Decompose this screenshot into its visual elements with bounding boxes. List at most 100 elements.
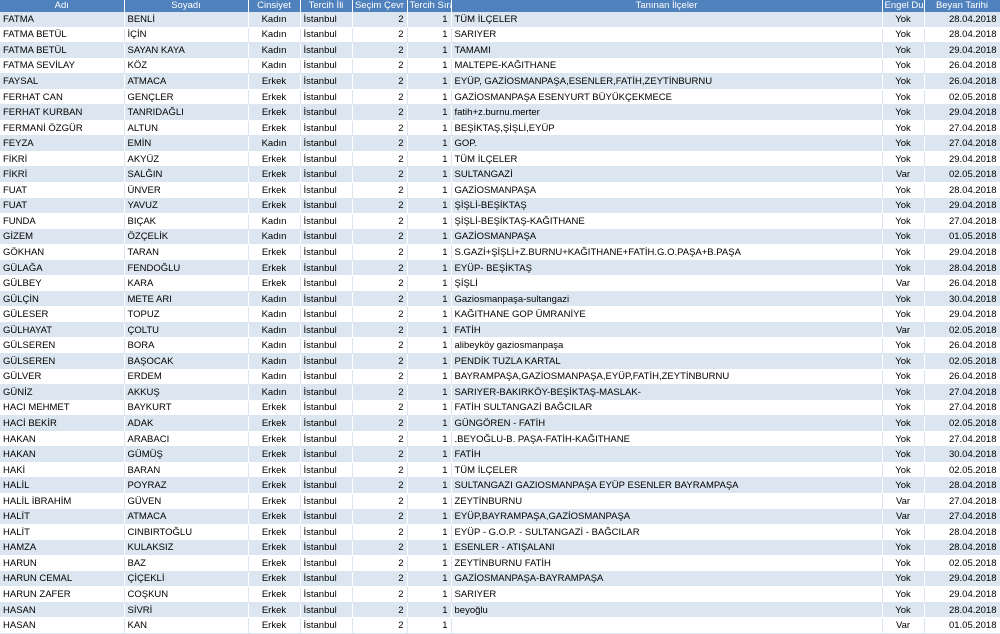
cell-adi[interactable]: FUAT [0, 182, 125, 199]
cell-secim-cevresi[interactable]: 2 [352, 415, 408, 432]
cell-cinsiyet[interactable]: Erkek [248, 493, 301, 510]
cell-tercih-sira[interactable]: 1 [407, 337, 452, 355]
cell-tercih-ili[interactable]: İstanbul [300, 12, 353, 28]
cell-cinsiyet[interactable]: Kadın [248, 135, 301, 152]
cell-adi[interactable]: GİZEM [0, 229, 125, 246]
cell-taninan-ilceler[interactable]: TÜM İLÇELER [451, 462, 883, 479]
cell-soyadi[interactable]: CINBIRTOĞLU [124, 524, 249, 541]
header-taninan-ilceler[interactable]: Tanınan İlçeler [451, 0, 883, 12]
cell-soyadi[interactable]: ÇOLTU [124, 322, 249, 339]
cell-soyadi[interactable]: BAYKURT [124, 400, 249, 417]
cell-engel-durumu[interactable]: Var [882, 322, 925, 339]
cell-cinsiyet[interactable]: Erkek [248, 400, 301, 417]
cell-taninan-ilceler[interactable]: ZEYTİNBURNU FATİH [451, 555, 883, 572]
cell-adi[interactable]: FATMA [0, 12, 125, 28]
cell-soyadi[interactable]: KARA [124, 275, 249, 292]
cell-adi[interactable]: HARUN CEMAL [0, 571, 125, 588]
cell-tercih-sira[interactable]: 1 [407, 27, 452, 44]
cell-tercih-sira[interactable]: 1 [407, 275, 452, 292]
cell-cinsiyet[interactable]: Erkek [248, 586, 301, 603]
cell-soyadi[interactable]: KULAKSIZ [124, 540, 249, 557]
cell-engel-durumu[interactable]: Var [882, 617, 925, 634]
cell-tercih-ili[interactable]: İstanbul [300, 42, 353, 59]
cell-soyadi[interactable]: TANRIDAĞLI [124, 104, 249, 121]
cell-secim-cevresi[interactable]: 2 [352, 446, 408, 463]
cell-engel-durumu[interactable]: Yok [882, 182, 925, 199]
cell-soyadi[interactable]: İÇİN [124, 27, 249, 44]
cell-secim-cevresi[interactable]: 2 [352, 384, 408, 401]
cell-tercih-ili[interactable]: İstanbul [300, 182, 353, 199]
cell-adi[interactable]: FUAT [0, 198, 125, 215]
cell-taninan-ilceler[interactable]: .BEYOĞLU-B. PAŞA-FATİH-KAĞITHANE [451, 431, 883, 448]
cell-secim-cevresi[interactable]: 2 [352, 213, 408, 230]
cell-secim-cevresi[interactable]: 2 [352, 89, 408, 106]
cell-tercih-sira[interactable]: 1 [407, 73, 452, 90]
cell-taninan-ilceler[interactable]: SULTANGAZI GAZIOSMANPAŞA EYÜP ESENLER BA… [451, 477, 883, 494]
cell-adi[interactable]: HAKAN [0, 446, 125, 463]
cell-engel-durumu[interactable]: Yok [882, 477, 925, 494]
cell-taninan-ilceler[interactable]: ŞİŞLİ-BEŞİKTAŞ-KAĞITHANE [451, 213, 883, 230]
cell-beyan-tarihi[interactable]: 29.04.2018 [924, 571, 1000, 588]
cell-engel-durumu[interactable]: Yok [882, 151, 925, 168]
cell-taninan-ilceler[interactable]: fatih+z.burnu.merter [451, 104, 883, 121]
cell-cinsiyet[interactable]: Kadın [248, 322, 301, 339]
cell-secim-cevresi[interactable]: 2 [352, 431, 408, 448]
cell-engel-durumu[interactable]: Yok [882, 213, 925, 230]
cell-tercih-sira[interactable]: 1 [407, 229, 452, 246]
cell-tercih-ili[interactable]: İstanbul [300, 89, 353, 106]
cell-tercih-sira[interactable]: 1 [407, 462, 452, 479]
cell-engel-durumu[interactable]: Yok [882, 400, 925, 417]
cell-tercih-sira[interactable]: 1 [407, 446, 452, 463]
cell-taninan-ilceler[interactable]: GAZİOSMANPAŞA ESENYURT BÜYÜKÇEKMECE [451, 89, 883, 106]
cell-taninan-ilceler[interactable]: S.GAZİ+ŞİŞLİ+Z.BURNU+KAĞITHANE+FATİH.G.O… [451, 244, 883, 261]
cell-taninan-ilceler[interactable]: beyoğlu [451, 602, 883, 619]
cell-tercih-sira[interactable]: 1 [407, 353, 452, 370]
cell-secim-cevresi[interactable]: 2 [352, 229, 408, 246]
cell-beyan-tarihi[interactable]: 28.04.2018 [924, 12, 1000, 28]
cell-beyan-tarihi[interactable]: 29.04.2018 [924, 586, 1000, 603]
cell-tercih-sira[interactable]: 1 [407, 306, 452, 323]
cell-tercih-sira[interactable]: 1 [407, 260, 452, 277]
cell-tercih-sira[interactable]: 1 [407, 104, 452, 121]
cell-engel-durumu[interactable]: Yok [882, 73, 925, 90]
cell-engel-durumu[interactable]: Yok [882, 369, 925, 386]
header-adi[interactable]: Adı [0, 0, 125, 12]
cell-taninan-ilceler[interactable]: BEŞİKTAŞ,ŞİŞLİ,EYÜP [451, 120, 883, 137]
cell-cinsiyet[interactable]: Erkek [248, 602, 301, 619]
cell-taninan-ilceler[interactable]: GAZİOSMANPAŞA-BAYRAMPAŞA [451, 571, 883, 588]
cell-tercih-sira[interactable]: 1 [407, 524, 452, 541]
cell-secim-cevresi[interactable]: 2 [352, 291, 408, 308]
cell-cinsiyet[interactable]: Kadın [248, 291, 301, 308]
cell-cinsiyet[interactable]: Erkek [248, 89, 301, 106]
cell-tercih-sira[interactable]: 1 [407, 322, 452, 339]
cell-soyadi[interactable]: ÖZÇELİK [124, 229, 249, 246]
cell-adi[interactable]: HASAN [0, 602, 125, 619]
cell-engel-durumu[interactable]: Yok [882, 571, 925, 588]
cell-secim-cevresi[interactable]: 2 [352, 27, 408, 44]
cell-tercih-ili[interactable]: İstanbul [300, 509, 353, 526]
cell-taninan-ilceler[interactable]: GAZİOSMANPAŞA [451, 182, 883, 199]
cell-tercih-ili[interactable]: İstanbul [300, 524, 353, 541]
cell-cinsiyet[interactable]: Erkek [248, 275, 301, 292]
cell-cinsiyet[interactable]: Kadın [248, 384, 301, 401]
cell-taninan-ilceler[interactable]: EYÜP- BEŞİKTAŞ [451, 260, 883, 277]
cell-beyan-tarihi[interactable]: 30.04.2018 [924, 446, 1000, 463]
cell-adi[interactable]: HACI MEHMET [0, 400, 125, 417]
cell-beyan-tarihi[interactable]: 27.04.2018 [924, 135, 1000, 152]
cell-tercih-ili[interactable]: İstanbul [300, 586, 353, 603]
cell-cinsiyet[interactable]: Erkek [248, 540, 301, 557]
cell-beyan-tarihi[interactable]: 27.04.2018 [924, 120, 1000, 137]
cell-adi[interactable]: HALİL İBRAHİM [0, 493, 125, 510]
cell-secim-cevresi[interactable]: 2 [352, 462, 408, 479]
cell-tercih-sira[interactable]: 1 [407, 602, 452, 619]
cell-soyadi[interactable]: SAYAN KAYA [124, 42, 249, 59]
cell-adi[interactable]: HAMZA [0, 540, 125, 557]
cell-engel-durumu[interactable]: Yok [882, 12, 925, 28]
cell-engel-durumu[interactable]: Yok [882, 291, 925, 308]
cell-tercih-sira[interactable]: 1 [407, 244, 452, 261]
cell-engel-durumu[interactable]: Yok [882, 89, 925, 106]
cell-cinsiyet[interactable]: Kadın [248, 353, 301, 370]
cell-soyadi[interactable]: ERDEM [124, 369, 249, 386]
cell-secim-cevresi[interactable]: 2 [352, 182, 408, 199]
cell-taninan-ilceler[interactable]: FATİH SULTANGAZİ BAĞCILAR [451, 400, 883, 417]
